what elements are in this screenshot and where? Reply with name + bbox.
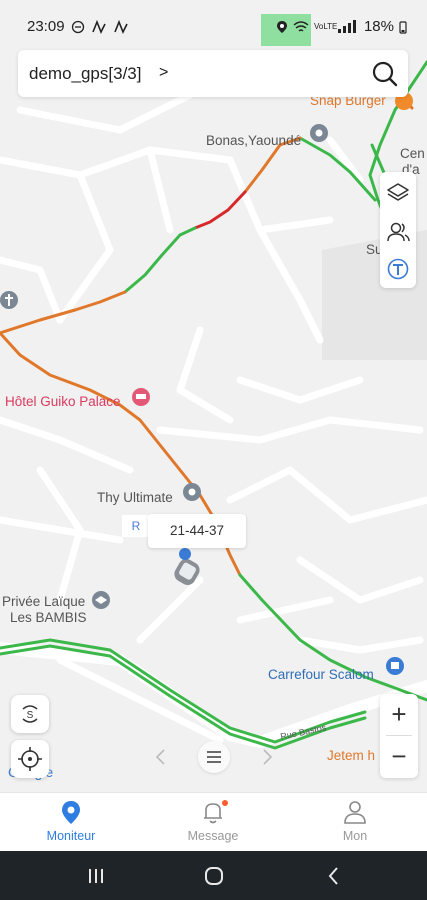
device-pager [148, 740, 283, 774]
chevron-right-icon[interactable] [260, 748, 274, 766]
poi-label-centre: Cen [400, 146, 425, 161]
system-nav-bar [0, 851, 427, 900]
bottom-tab-bar: Moniteur Message Mon [0, 792, 427, 851]
tab-mon[interactable]: Mon [284, 793, 426, 852]
minus-circle-icon [71, 20, 84, 33]
map-tools-panel [380, 172, 416, 288]
zoom-controls: + − [380, 694, 418, 778]
recent-apps-icon[interactable] [83, 863, 109, 889]
tab-message[interactable]: Message [142, 793, 284, 852]
status-left: 23:09 [27, 18, 129, 35]
volte-label: VoLTE [313, 22, 338, 31]
locate-me-button[interactable] [11, 740, 49, 778]
app-notification-icon-2 [113, 19, 128, 34]
status-bar: 23:09 VoLTE 18% [0, 0, 427, 52]
r-tag: R [122, 515, 150, 537]
user-icon [344, 801, 366, 824]
user-group-icon[interactable] [385, 219, 411, 245]
zoom-out-button[interactable]: − [380, 736, 418, 776]
tab-message-label: Message [187, 829, 239, 843]
timestamp-tag[interactable]: 21-44-37 [148, 514, 246, 548]
poi-label-bambis: Les BAMBIS [10, 610, 87, 625]
tab-moniteur[interactable]: Moniteur [0, 793, 142, 852]
notification-dot [222, 800, 228, 806]
signal-icon [337, 19, 356, 33]
poi-label-bonas: Bonas,Yaoundé [206, 133, 302, 148]
zoom-in-button[interactable]: + [380, 694, 418, 734]
traffic-icon[interactable] [385, 256, 411, 282]
tab-moniteur-label: Moniteur [46, 829, 96, 843]
status-right: VoLTE 18% [276, 18, 407, 35]
battery-icon [399, 20, 407, 34]
location-icon [276, 20, 287, 33]
search-icon[interactable] [370, 59, 400, 89]
replay-icon: S [22, 705, 38, 723]
playback-button[interactable]: S [11, 695, 49, 733]
back-icon[interactable] [321, 863, 347, 889]
poi-label-hotel: Hôtel Guiko Palace [5, 394, 121, 409]
chevron-left-icon[interactable] [154, 748, 168, 766]
poi-label-privee: Privée Laïque [2, 594, 86, 609]
crosshair-icon [18, 747, 42, 771]
battery-percent: 18% [363, 18, 394, 35]
poi-label-thy-ultimate: Thy Ultimate [97, 490, 173, 505]
svg-text:S: S [27, 710, 34, 721]
device-group-title[interactable]: demo_gps[3/3] [29, 64, 141, 84]
location-pin-icon [62, 801, 80, 824]
poi-label-jetem: Jetem h [327, 748, 376, 763]
device-selector-bar[interactable]: demo_gps[3/3] > [18, 50, 408, 97]
tab-mon-label: Mon [342, 829, 368, 843]
chevron-right-icon[interactable]: > [159, 64, 168, 82]
map-view[interactable]: Snap Burger Bonas,Yaoundé Cen d'a Su Hôt… [0, 0, 427, 792]
wifi-icon [293, 20, 309, 32]
layers-icon[interactable] [385, 180, 411, 206]
poi-label-carrefour: Carrefour Scalom [268, 667, 374, 682]
home-icon[interactable] [201, 863, 227, 889]
status-time: 23:09 [27, 18, 65, 35]
app-root: Snap Burger Bonas,Yaoundé Cen d'a Su Hôt… [0, 0, 427, 900]
app-notification-icon [91, 19, 106, 34]
